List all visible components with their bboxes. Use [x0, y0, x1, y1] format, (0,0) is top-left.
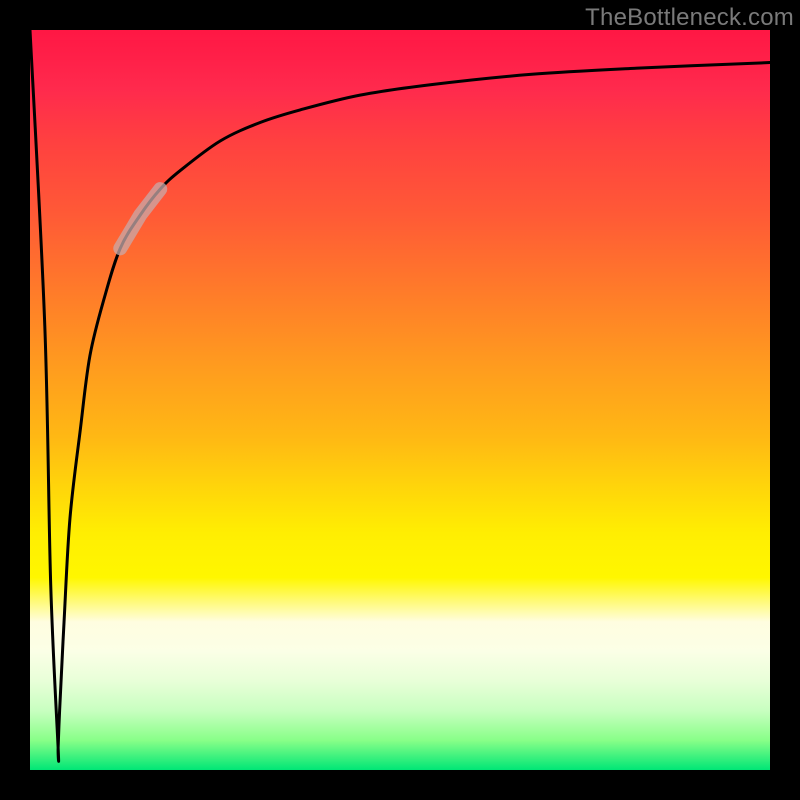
plot-area	[30, 30, 770, 770]
curve-svg	[30, 30, 770, 770]
chart-root: TheBottleneck.com	[0, 0, 800, 800]
bottleneck-curve-highlight	[120, 189, 160, 248]
watermark-text: TheBottleneck.com	[585, 4, 794, 32]
bottleneck-curve	[30, 30, 770, 761]
